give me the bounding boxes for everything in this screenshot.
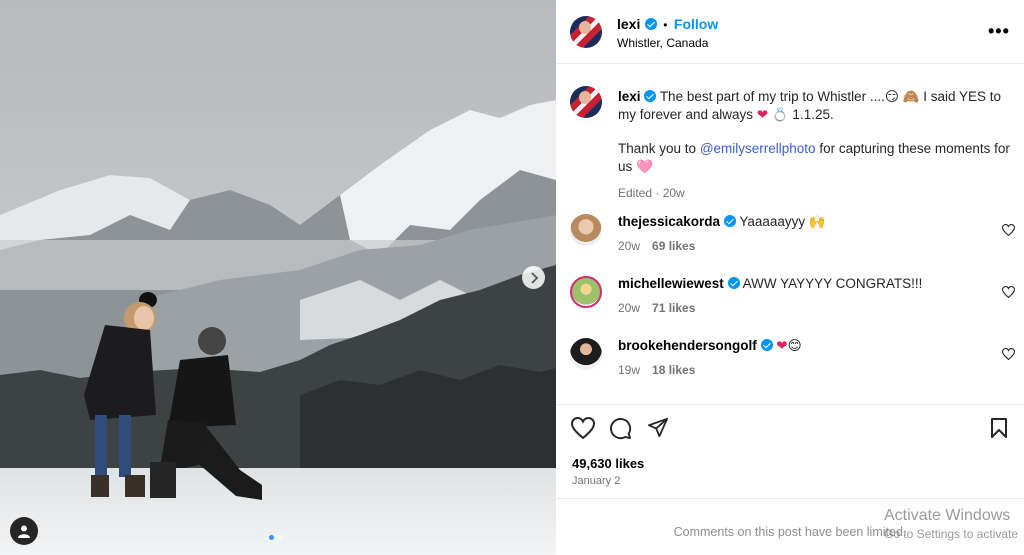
post-actions-bar [556, 404, 1024, 452]
verified-icon [760, 339, 773, 351]
commenter-username[interactable]: michellewiewest [618, 276, 724, 291]
carousel-dot [278, 535, 283, 540]
verified-icon [644, 90, 657, 102]
red-heart-icon: ❤ [776, 338, 788, 353]
follow-button[interactable]: Follow [674, 16, 718, 32]
verified-icon [723, 215, 736, 227]
comment-likes[interactable]: 18 likes [652, 363, 695, 377]
separator-dot: • [663, 18, 668, 32]
caption-avatar[interactable] [570, 86, 602, 118]
red-heart-icon: ❤ [756, 107, 769, 122]
comment-meta: 19w 18 likes [618, 363, 695, 377]
comment-age: 19w [618, 363, 641, 377]
comment-icon[interactable] [609, 417, 632, 440]
post-location[interactable]: Whistler, Canada [617, 36, 708, 50]
carousel-dots [269, 535, 283, 540]
comment-item: michellewiewest AWW YAYYYY CONGRATS!!! 2… [570, 276, 1015, 326]
comment-age: 20w [618, 301, 641, 315]
carousel-dot-active [269, 535, 274, 540]
caption-text: lexi The best part of my trip to Whistle… [618, 88, 1018, 202]
comment-text: Yaaaaayyy 🙌 [739, 214, 826, 229]
commenter-username[interactable]: thejessicakorda [618, 214, 720, 229]
commenter-avatar[interactable] [570, 214, 602, 246]
caption-username[interactable]: lexi [618, 89, 641, 104]
more-options-icon[interactable]: ••• [988, 22, 1010, 40]
post-header: lexi • Follow Whistler, Canada ••• [556, 0, 1024, 64]
comments-limited-notice: Comments on this post have been limited. [556, 498, 1024, 555]
comment-text: 😊 [787, 338, 802, 353]
comment-meta: 20w 71 likes [618, 301, 695, 315]
post-side-panel: lexi • Follow Whistler, Canada ••• lexi … [556, 0, 1024, 555]
verified-icon [727, 277, 740, 289]
author-line: lexi • Follow [617, 16, 718, 34]
heart-icon[interactable] [1002, 286, 1015, 298]
commenter-avatar[interactable] [570, 338, 602, 370]
heart-icon[interactable] [1002, 348, 1015, 360]
comment-age: 20w [618, 239, 641, 253]
comments-scroll-area[interactable]: lexi The best part of my trip to Whistle… [556, 64, 1024, 400]
comment-likes[interactable]: 69 likes [652, 239, 695, 253]
commenter-username[interactable]: brookehendersongolf [618, 338, 757, 353]
like-count[interactable]: 49,630 likes [572, 456, 644, 471]
comment-text: AWW YAYYYY CONGRATS!!! [742, 276, 923, 291]
comment-body: thejessicakorda Yaaaaayyy 🙌 [618, 214, 826, 230]
author-username[interactable]: lexi [617, 16, 640, 32]
comment-item: thejessicakorda Yaaaaayyy 🙌 20w 69 likes [570, 214, 1015, 264]
user-tag-button[interactable] [10, 517, 38, 545]
caption-line1-end: 💍 1.1.25. [768, 107, 834, 122]
post-photo[interactable] [0, 0, 556, 555]
heart-icon[interactable] [1002, 224, 1015, 236]
verified-icon [644, 18, 657, 30]
comment-meta: 20w 69 likes [618, 239, 695, 253]
heart-icon[interactable] [571, 417, 595, 439]
comment-body: brookehendersongolf ❤😊 [618, 338, 802, 354]
caption-line2-pre: Thank you to [618, 141, 700, 156]
mention-link[interactable]: @emilyserrellphoto [700, 141, 816, 156]
post-date: January 2 [572, 475, 621, 487]
proposal-photo-image [0, 0, 556, 555]
commenter-avatar[interactable] [570, 276, 602, 308]
comment-likes[interactable]: 71 likes [652, 301, 695, 315]
share-icon[interactable] [647, 417, 669, 438]
author-avatar[interactable] [570, 16, 602, 48]
user-tag-icon [18, 525, 30, 538]
bookmark-icon[interactable] [990, 417, 1008, 439]
comment-body: michellewiewest AWW YAYYYY CONGRATS!!! [618, 276, 922, 291]
next-photo-button[interactable] [522, 266, 545, 289]
comment-item: brookehendersongolf ❤😊 19w 18 likes [570, 338, 1015, 388]
chevron-right-icon [530, 271, 538, 284]
caption-edited: Edited · 20w [618, 186, 685, 200]
